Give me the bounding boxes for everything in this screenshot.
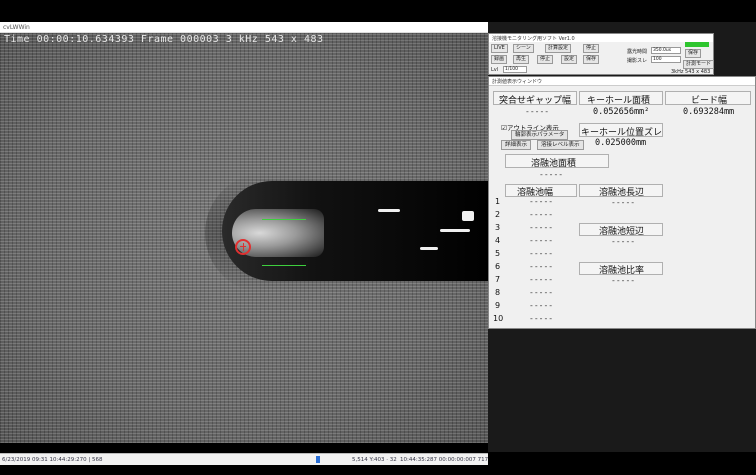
bead-width-line-bottom xyxy=(262,265,306,266)
bead-width-value: 0.693284mm xyxy=(683,107,735,117)
reflection-spark xyxy=(420,247,438,250)
settings-button[interactable]: 設定 xyxy=(561,55,578,64)
gap-width-label: 突合せギャップ幅 xyxy=(499,96,572,106)
calc-setting-button[interactable]: 計算設定 xyxy=(545,44,572,53)
pool-width-row-value: ----- xyxy=(529,275,554,284)
interval-field[interactable]: 100 xyxy=(651,56,681,63)
measurement-window-title: 計測値表示ウィンドウ xyxy=(489,77,755,86)
reflection-spark xyxy=(440,229,470,232)
control-panel-title: 溶接機モニタリング用ソフト Ver1.0 xyxy=(489,34,713,42)
measurement-window: 計測値表示ウィンドウ 突合せギャップ幅 ----- キーホール面積 0.0526… xyxy=(488,76,756,329)
keyhole-area-value: 0.052656mm² xyxy=(593,107,650,117)
scene-button[interactable]: シーン xyxy=(513,44,534,53)
pool-long-value: ----- xyxy=(611,198,636,207)
status-start-time: 6/23/2019 09:31 10:44:29:270 | 568 xyxy=(2,457,103,463)
row-number: 9 xyxy=(495,301,501,310)
pool-width-row-value: ----- xyxy=(529,262,554,271)
pool-long-label: 溶融池長辺 xyxy=(599,188,645,198)
exposure-field[interactable]: 350.0us xyxy=(651,47,681,54)
row-number: 6 xyxy=(495,262,501,271)
keyhole-area-label: キーホール面積 xyxy=(587,96,651,106)
bead-width-label: ビード幅 xyxy=(691,96,728,106)
row-number: 4 xyxy=(495,236,501,245)
bead-width-line-top xyxy=(262,219,306,220)
pool-ratio-label: 溶融池比率 xyxy=(599,266,645,276)
stop-button[interactable]: 停止 xyxy=(583,44,600,53)
live-button[interactable]: LIVE xyxy=(491,44,508,53)
pool-short-label: 溶融池短辺 xyxy=(599,227,645,237)
letterbox-top xyxy=(0,0,756,22)
pool-width-row-value: ----- xyxy=(529,197,554,206)
timeline-slider-handle[interactable] xyxy=(316,456,320,463)
pool-ratio-value: ----- xyxy=(611,276,636,285)
pool-area-value: ----- xyxy=(539,170,564,179)
gap-width-value: ----- xyxy=(525,107,550,116)
play-button[interactable]: 再生 xyxy=(513,55,530,64)
row-number: 7 xyxy=(495,275,501,284)
status-end-time: 10:44:35:287 00:00:00:007 717 xyxy=(400,457,489,463)
pool-width-row-value: ----- xyxy=(529,236,554,245)
keyhole-offset-label: キーホール位置ズレ xyxy=(581,128,663,138)
shutter-field[interactable]: 1/100 xyxy=(503,66,527,73)
pool-area-label: 溶融池面積 xyxy=(531,159,577,169)
reflection-spark xyxy=(378,209,400,212)
save-data-button[interactable]: 保存 xyxy=(685,49,702,58)
status-cursor-pos: 5,514 Y:403 · 32 xyxy=(352,457,397,463)
camera-feed[interactable]: Time 00:00:10.634393 Frame 000003 3 kHz … xyxy=(0,33,488,443)
control-panel-window: 溶接機モニタリング用ソフト Ver1.0 LIVE シーン 計算設定 停止 録画… xyxy=(488,33,715,75)
detail-mode-button[interactable]: 計測モード xyxy=(683,60,715,69)
pool-width-row-value: ----- xyxy=(529,210,554,219)
pool-short-value: ----- xyxy=(611,237,636,246)
record-button[interactable]: 録画 xyxy=(491,55,508,64)
status-indicator xyxy=(685,42,709,47)
pool-width-row-value: ----- xyxy=(529,223,554,232)
save-button[interactable]: 保存 xyxy=(583,55,600,64)
resolution-readout: 3kHz 543 x 483 xyxy=(671,69,711,75)
camera-status-bar: 6/23/2019 09:31 10:44:29:270 | 568 5,514… xyxy=(0,453,488,465)
row-number: 1 xyxy=(495,197,501,206)
pool-width-row-value: ----- xyxy=(529,301,554,310)
keyhole-cross-icon xyxy=(243,243,244,251)
row-number: 3 xyxy=(495,223,501,232)
interval-label: 撮影スレ xyxy=(627,58,648,64)
row-number: 2 xyxy=(495,210,501,219)
outline-param-button[interactable]: 輪郭表示パラメータ xyxy=(511,130,569,140)
camera-window: cvLWWin Time 00:00:10.634393 Frame 00000… xyxy=(0,22,488,465)
camera-overlay-readout: Time 00:00:10.634393 Frame 000003 3 kHz … xyxy=(4,34,324,45)
level-label: Lvl xyxy=(491,67,499,73)
pool-width-row-value: ----- xyxy=(529,314,554,323)
exposure-label: 露光時間 xyxy=(627,49,648,55)
pause-button[interactable]: 停止 xyxy=(537,55,554,64)
row-number: 8 xyxy=(495,288,501,297)
pool-width-row-value: ----- xyxy=(529,288,554,297)
brightness-view-button[interactable]: 溶接レベル表示 xyxy=(537,140,584,150)
row-number: 5 xyxy=(495,249,501,258)
row-number: 10 xyxy=(493,314,504,323)
camera-window-title: cvLWWin xyxy=(0,22,488,33)
detail-view-button[interactable]: 詳細表示 xyxy=(501,140,532,150)
pool-width-row-value: ----- xyxy=(529,249,554,258)
keyhole-offset-value: 0.025000mm xyxy=(595,138,647,148)
reflection-spark xyxy=(462,211,474,221)
